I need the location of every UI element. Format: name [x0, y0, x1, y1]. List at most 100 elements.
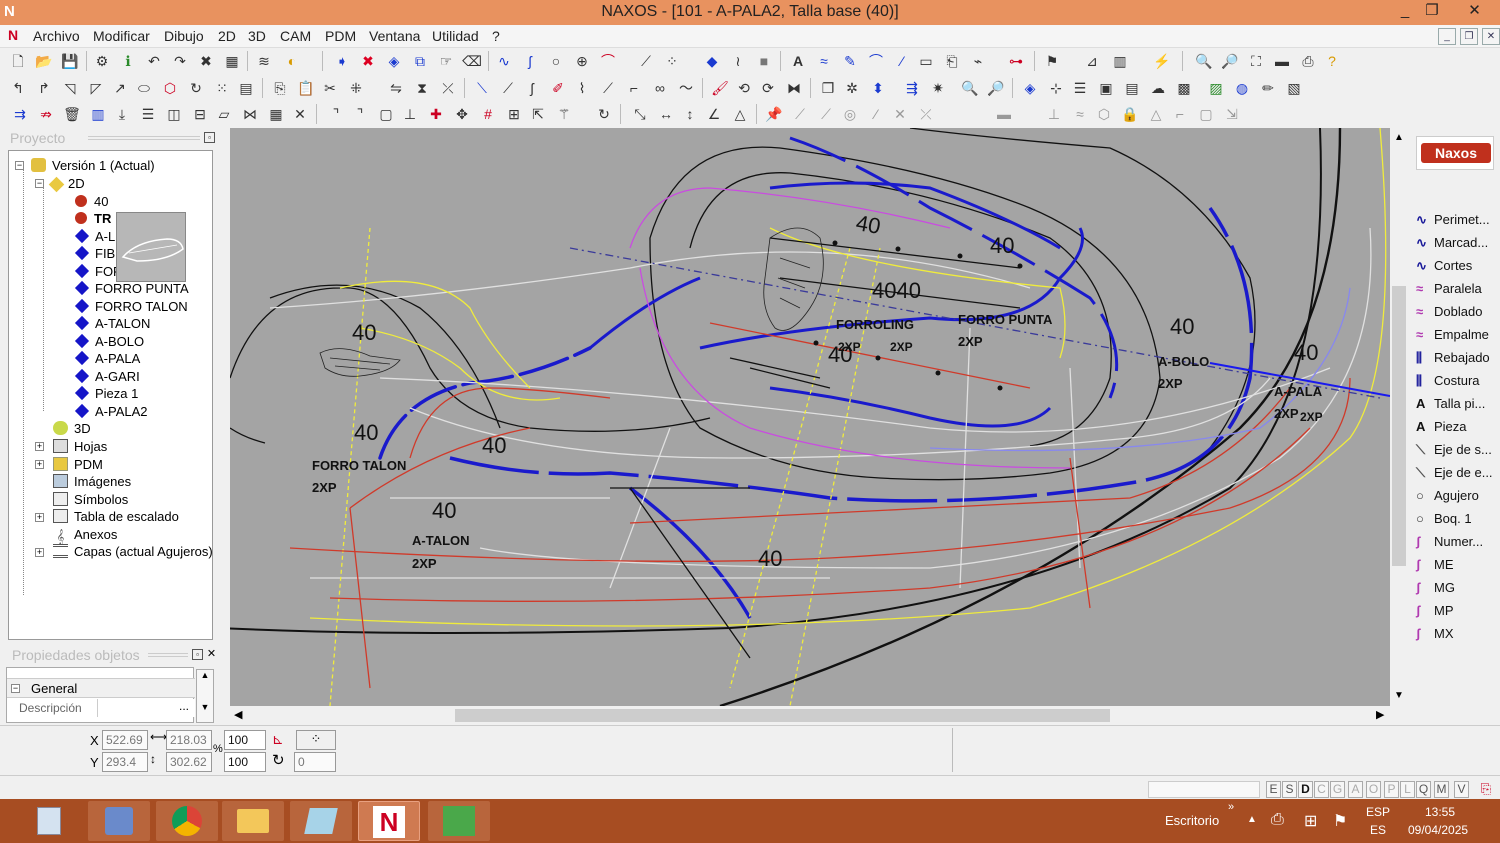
- rotate2-icon[interactable]: ⟳: [758, 78, 778, 98]
- taskbar-app[interactable]: [222, 801, 284, 841]
- taskbar-app[interactable]: [290, 801, 352, 841]
- settings-icon[interactable]: ⚙: [92, 51, 112, 71]
- triangle-icon[interactable]: △: [730, 104, 750, 124]
- redo-icon[interactable]: ↷: [170, 51, 190, 71]
- window-icon[interactable]: ❐: [818, 78, 838, 98]
- app-menu-icon[interactable]: N: [8, 27, 18, 43]
- status-flag-e[interactable]: E: [1266, 781, 1281, 798]
- frame-icon[interactable]: ⧉: [410, 51, 430, 71]
- tool-empalme[interactable]: ≈ Empalme: [1416, 327, 1489, 342]
- step-icon[interactable]: ⌐: [624, 78, 644, 98]
- cloud-icon[interactable]: ☁: [1148, 78, 1168, 98]
- taskbar-app[interactable]: [20, 801, 78, 841]
- diag2-icon[interactable]: ⟋: [498, 78, 518, 98]
- corner3-icon[interactable]: ⌝: [326, 104, 346, 124]
- columns-icon[interactable]: ◫: [164, 104, 184, 124]
- taskbar-app-naxos[interactable]: N: [358, 801, 420, 841]
- wave3-icon[interactable]: 〜: [676, 78, 696, 98]
- scale-icon[interactable]: ⇱: [528, 104, 548, 124]
- status-flag-g[interactable]: G: [1330, 781, 1345, 798]
- tree-expander[interactable]: −: [35, 179, 44, 188]
- corner-icon[interactable]: ◹: [60, 78, 80, 98]
- dock-icon[interactable]: ▫: [204, 132, 215, 143]
- paint-icon[interactable]: ◐: [282, 51, 302, 71]
- tool-doblado[interactable]: ≈ Doblado: [1416, 304, 1482, 319]
- mark-icon[interactable]: ✚: [426, 104, 446, 124]
- scale-x-field[interactable]: 100: [224, 730, 266, 750]
- fillet-icon[interactable]: ↰: [8, 78, 28, 98]
- tree-node-anexos[interactable]: 𝄞 Anexos: [53, 526, 118, 544]
- tool-perimetro[interactable]: ∿ Perimet...: [1416, 212, 1490, 228]
- hourglass-icon[interactable]: ⧗: [412, 78, 432, 98]
- tree-node-imagenes[interactable]: Imágenes: [53, 473, 131, 490]
- tree-node-a-bolo[interactable]: A-BOLO: [74, 333, 144, 350]
- slash-icon[interactable]: ⁄: [892, 51, 912, 71]
- status-alert-icon[interactable]: ⎘: [1476, 781, 1496, 798]
- open-folder-icon[interactable]: 📂: [34, 51, 54, 71]
- menu-pdm[interactable]: PDM: [325, 28, 356, 44]
- corner2-icon[interactable]: ◸: [86, 78, 106, 98]
- scroll-down-icon[interactable]: ▼: [1394, 690, 1404, 701]
- diag3-icon[interactable]: ʃ: [522, 78, 542, 98]
- tool-paralela[interactable]: ≈ Paralela: [1416, 281, 1482, 296]
- menu-2d[interactable]: 2D: [218, 28, 236, 44]
- print-icon[interactable]: ⎙: [1298, 51, 1318, 71]
- width-icon[interactable]: ↔: [656, 104, 676, 124]
- tree-node-simbolos[interactable]: Símbolos: [53, 491, 128, 508]
- pin-icon[interactable]: ⊶: [1006, 51, 1026, 71]
- stack-icon[interactable]: ☰: [1070, 78, 1090, 98]
- corner4-icon[interactable]: ⌝: [350, 104, 370, 124]
- menu-utilidad[interactable]: Utilidad: [432, 28, 479, 44]
- horizontal-scrollbar[interactable]: ◀ ▶: [230, 706, 1390, 724]
- close-button[interactable]: ✕: [1452, 0, 1497, 24]
- tree-node-a-pala[interactable]: A-PALA: [74, 350, 140, 367]
- image-icon[interactable]: ▨: [1206, 78, 1226, 98]
- gray-lock-icon[interactable]: 🔒: [1120, 104, 1140, 124]
- flag-icon[interactable]: ⚑: [1042, 51, 1062, 71]
- gray-tri-icon[interactable]: △: [1146, 104, 1166, 124]
- tree-node-hojas[interactable]: Hojas: [53, 438, 107, 455]
- wave-icon[interactable]: ≀: [728, 51, 748, 71]
- group-expander[interactable]: −: [11, 684, 20, 693]
- magic-icon[interactable]: ⚡: [1152, 51, 1172, 71]
- tree-node-tr[interactable]: TR: [75, 210, 111, 227]
- eraser-icon[interactable]: ⌫: [462, 51, 482, 71]
- split-icon[interactable]: ⊟: [190, 104, 210, 124]
- status-flag-c[interactable]: C: [1314, 781, 1329, 798]
- tool-rebajado[interactable]: ⫼ Rebajado: [1416, 350, 1490, 366]
- zoom-fit-icon[interactable]: ⛶: [1246, 51, 1266, 71]
- status-flag-l[interactable]: L: [1400, 781, 1415, 798]
- skew-icon[interactable]: ▱: [214, 104, 234, 124]
- horizontal-scroll-thumb[interactable]: [455, 709, 1110, 722]
- tree-node-3d[interactable]: 3D: [53, 420, 91, 437]
- tree-node-a-li[interactable]: A-LI: [74, 228, 119, 245]
- tool-mx[interactable]: ʃ MX: [1416, 626, 1454, 641]
- tool-mg[interactable]: ʃ MG: [1416, 580, 1455, 595]
- paste-icon[interactable]: 📋: [296, 78, 316, 98]
- gray-x-icon[interactable]: ✕: [890, 104, 910, 124]
- zoom-in-icon[interactable]: 🔍: [1194, 51, 1214, 71]
- refresh-icon[interactable]: ↻: [594, 104, 614, 124]
- points-icon[interactable]: ⁘: [662, 51, 682, 71]
- transform-icon[interactable]: ⧓: [784, 78, 804, 98]
- layers-tool-icon[interactable]: ≋: [254, 51, 274, 71]
- menu-help[interactable]: ?: [492, 28, 500, 44]
- fillet2-icon[interactable]: ↱: [34, 78, 54, 98]
- tree-node-a-talon[interactable]: A-TALON: [74, 315, 150, 332]
- tool-cortes[interactable]: ∿ Cortes: [1416, 258, 1472, 274]
- tree-expander[interactable]: +: [35, 513, 44, 522]
- printer-icon[interactable]: ⎙: [1271, 811, 1284, 829]
- ellipse-icon[interactable]: ⬭: [134, 78, 154, 98]
- tool-numeracion[interactable]: ʃ Numer...: [1416, 534, 1483, 549]
- taskbar-app[interactable]: [156, 801, 218, 841]
- gray-square-icon[interactable]: ▢: [1196, 104, 1216, 124]
- polygon-icon[interactable]: ⬡: [160, 78, 180, 98]
- tree-node-fof[interactable]: FOF: [74, 263, 121, 280]
- x-icon[interactable]: ✕: [290, 104, 310, 124]
- align-icon[interactable]: ⊹: [1046, 78, 1066, 98]
- hline-icon[interactable]: ☰: [138, 104, 158, 124]
- scale-icon[interactable]: ⊾: [272, 731, 284, 748]
- x-field[interactable]: 522.69: [102, 730, 148, 750]
- zoom-window-icon[interactable]: 🔍: [960, 78, 980, 98]
- circle-icon[interactable]: ○: [546, 51, 566, 71]
